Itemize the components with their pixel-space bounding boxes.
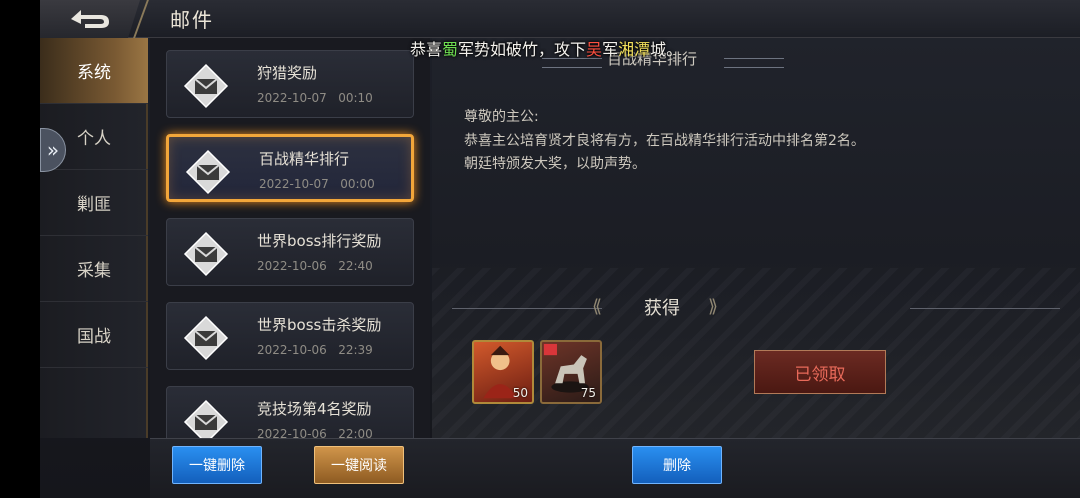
mail-title: 狩猎奖励 bbox=[257, 64, 318, 82]
envelope-icon bbox=[183, 399, 229, 438]
page-title: 邮件 bbox=[170, 8, 214, 32]
mail-item[interactable]: 世界boss击杀奖励 2022-10-06 22:39 bbox=[166, 302, 414, 370]
delete-all-button[interactable]: 一键删除 bbox=[172, 446, 262, 484]
category-sidebar: 系统 个人 剿匪 采集 国战 bbox=[40, 38, 148, 438]
mail-detail-panel: 百战精华排行 尊敬的主公: 恭喜主公培育贤才良将有方，在百战精华排行活动中排名第… bbox=[432, 38, 1080, 438]
reward-hero-card[interactable]: 50 bbox=[472, 340, 534, 404]
marquee-text: 城。 bbox=[650, 40, 683, 59]
mail-timestamp: 2022-10-06 22:39 bbox=[257, 343, 373, 357]
back-arrow-icon bbox=[71, 10, 109, 28]
title-decoration-right bbox=[724, 58, 784, 68]
sidebar-item-gather[interactable]: 采集 bbox=[40, 236, 148, 302]
mail-timestamp: 2022-10-07 00:00 bbox=[259, 177, 375, 191]
marquee-text: 恭喜 bbox=[410, 40, 443, 59]
mail-timestamp: 2022-10-06 22:00 bbox=[257, 427, 373, 438]
marquee-faction-shu: 蜀 bbox=[442, 40, 459, 59]
mail-title: 竞技场第4名奖励 bbox=[257, 400, 372, 418]
mail-greeting: 尊敬的主公: bbox=[464, 109, 539, 125]
envelope-icon bbox=[183, 63, 229, 109]
sidebar-item-label: 国战 bbox=[77, 327, 111, 347]
sidebar-item-label: 个人 bbox=[77, 129, 111, 149]
left-black-strip bbox=[0, 0, 40, 498]
broadcast-marquee: 恭喜蜀军势如破竹，攻下吴军湘潭城。 bbox=[410, 36, 682, 60]
reward-divider-left bbox=[452, 308, 602, 309]
wing-left-icon: ⟪ bbox=[592, 296, 603, 317]
wing-right-icon: ⟫ bbox=[708, 296, 719, 317]
reward-divider-right bbox=[910, 308, 1060, 309]
marquee-city: 湘潭 bbox=[618, 40, 651, 59]
reward-header bbox=[432, 290, 1080, 326]
sidebar-item-label: 系统 bbox=[77, 63, 111, 83]
envelope-icon bbox=[185, 149, 231, 195]
sidebar-item-label: 采集 bbox=[77, 261, 111, 281]
mail-title: 百战精华排行 bbox=[259, 150, 350, 168]
reward-count: 50 bbox=[512, 386, 528, 400]
mail-item[interactable]: 世界boss排行奖励 2022-10-06 22:40 bbox=[166, 218, 414, 286]
claimed-status-button[interactable]: 已领取 bbox=[754, 350, 886, 394]
back-button[interactable] bbox=[40, 0, 140, 38]
mail-body-text: 恭喜主公培育贤才良将有方，在百战精华排行活动中排名第2名。朝廷特颁发大奖，以助声… bbox=[464, 133, 865, 172]
sidebar-item-bandits[interactable]: 剿匪 bbox=[40, 170, 148, 236]
mail-title: 世界boss排行奖励 bbox=[257, 232, 382, 250]
envelope-icon bbox=[183, 231, 229, 277]
read-all-button[interactable]: 一键阅读 bbox=[314, 446, 404, 484]
mail-title: 世界boss击杀奖励 bbox=[257, 316, 382, 334]
marquee-faction-wu: 吴 bbox=[586, 40, 603, 59]
marquee-text: 军 bbox=[602, 40, 619, 59]
envelope-icon bbox=[183, 315, 229, 361]
mail-list[interactable]: 狩猎奖励 2022-10-07 00:10 百战精华排行 2022-10-07 … bbox=[150, 38, 430, 438]
marquee-text: 军势如破竹，攻下 bbox=[458, 40, 587, 59]
bottom-action-bar bbox=[150, 438, 1080, 498]
sidebar-item-label: 剿匪 bbox=[77, 195, 111, 215]
delete-button[interactable]: 删除 bbox=[632, 446, 722, 484]
mail-item[interactable]: 狩猎奖励 2022-10-07 00:10 bbox=[166, 50, 414, 118]
sidebar-item-national-war[interactable]: 国战 bbox=[40, 302, 148, 368]
sidebar-item-system[interactable]: 系统 bbox=[40, 38, 148, 104]
mail-item-selected[interactable]: 百战精华排行 2022-10-07 00:00 bbox=[166, 134, 414, 202]
reward-horse-item[interactable]: 75 bbox=[540, 340, 602, 404]
reward-count: 75 bbox=[580, 386, 596, 400]
mail-item[interactable]: 竞技场第4名奖励 2022-10-06 22:00 bbox=[166, 386, 414, 438]
double-chevron-right-icon: » bbox=[46, 138, 60, 162]
mail-timestamp: 2022-10-06 22:40 bbox=[257, 259, 373, 273]
reward-title: 获得 bbox=[644, 298, 680, 319]
mail-timestamp: 2022-10-07 00:10 bbox=[257, 91, 373, 105]
